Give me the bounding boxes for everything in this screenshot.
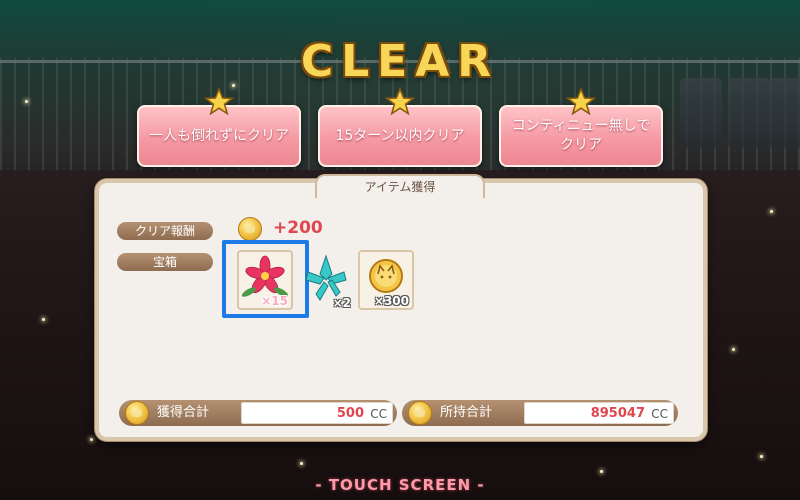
panel-tab: アイテム獲得 <box>315 174 485 198</box>
mission-card: 15ターン以内クリア <box>318 87 482 167</box>
sparkle <box>300 462 303 465</box>
item-quantity: ×300 <box>373 294 409 308</box>
mission-label-line: クリア <box>560 137 602 153</box>
clear-title: CLEAR <box>300 36 500 87</box>
mission-label: コンティニュー無しで クリア <box>512 117 651 155</box>
mission-label: 15ターン以内クリア <box>335 127 465 144</box>
mission-label: 一人も倒れずにクリア <box>149 127 289 144</box>
coin-icon <box>408 401 432 425</box>
background-tank <box>770 78 800 148</box>
coin-icon <box>238 217 262 241</box>
treasure-label: 宝箱 <box>117 253 213 271</box>
clear-reward-value: +200 <box>273 218 323 238</box>
star-icon <box>566 87 596 116</box>
acquired-total-value: 500 <box>336 406 364 421</box>
coin-icon <box>125 401 149 425</box>
clear-reward-label: クリア報酬 <box>117 222 213 240</box>
owned-total-box: 895047 CC <box>524 402 674 424</box>
acquired-total: 獲得合計 500 CC <box>119 400 397 426</box>
star-icon <box>385 87 415 116</box>
mission-card: コンティニュー無しで クリア <box>499 87 663 167</box>
star-icon <box>204 87 234 116</box>
owned-total-unit: CC <box>651 407 668 421</box>
mission-label-line: コンティニュー無しで <box>511 118 651 134</box>
owned-total: 所持合計 895047 CC <box>402 400 678 426</box>
item-coin[interactable]: ×300 <box>358 250 414 310</box>
sparkle <box>770 210 773 213</box>
sparkle <box>600 470 603 473</box>
item-quantity: ×2 <box>332 296 351 310</box>
touch-screen-prompt[interactable]: - TOUCH SCREEN - <box>0 476 800 494</box>
owned-total-value: 895047 <box>590 406 645 421</box>
item-crystal[interactable]: ×2 <box>298 250 354 310</box>
acquired-total-unit: CC <box>370 407 387 421</box>
sparkle <box>732 348 735 351</box>
sparkle <box>90 438 93 441</box>
sparkle <box>42 318 45 321</box>
background-tank <box>728 78 770 148</box>
sparkle <box>25 100 28 103</box>
sparkle <box>760 455 763 458</box>
background-tank <box>680 78 722 148</box>
acquired-total-box: 500 CC <box>241 402 393 424</box>
owned-total-label: 所持合計 <box>440 405 493 420</box>
item-selection-highlight <box>222 240 309 318</box>
acquired-total-label: 獲得合計 <box>157 405 210 420</box>
mission-card: 一人も倒れずにクリア <box>137 87 301 167</box>
